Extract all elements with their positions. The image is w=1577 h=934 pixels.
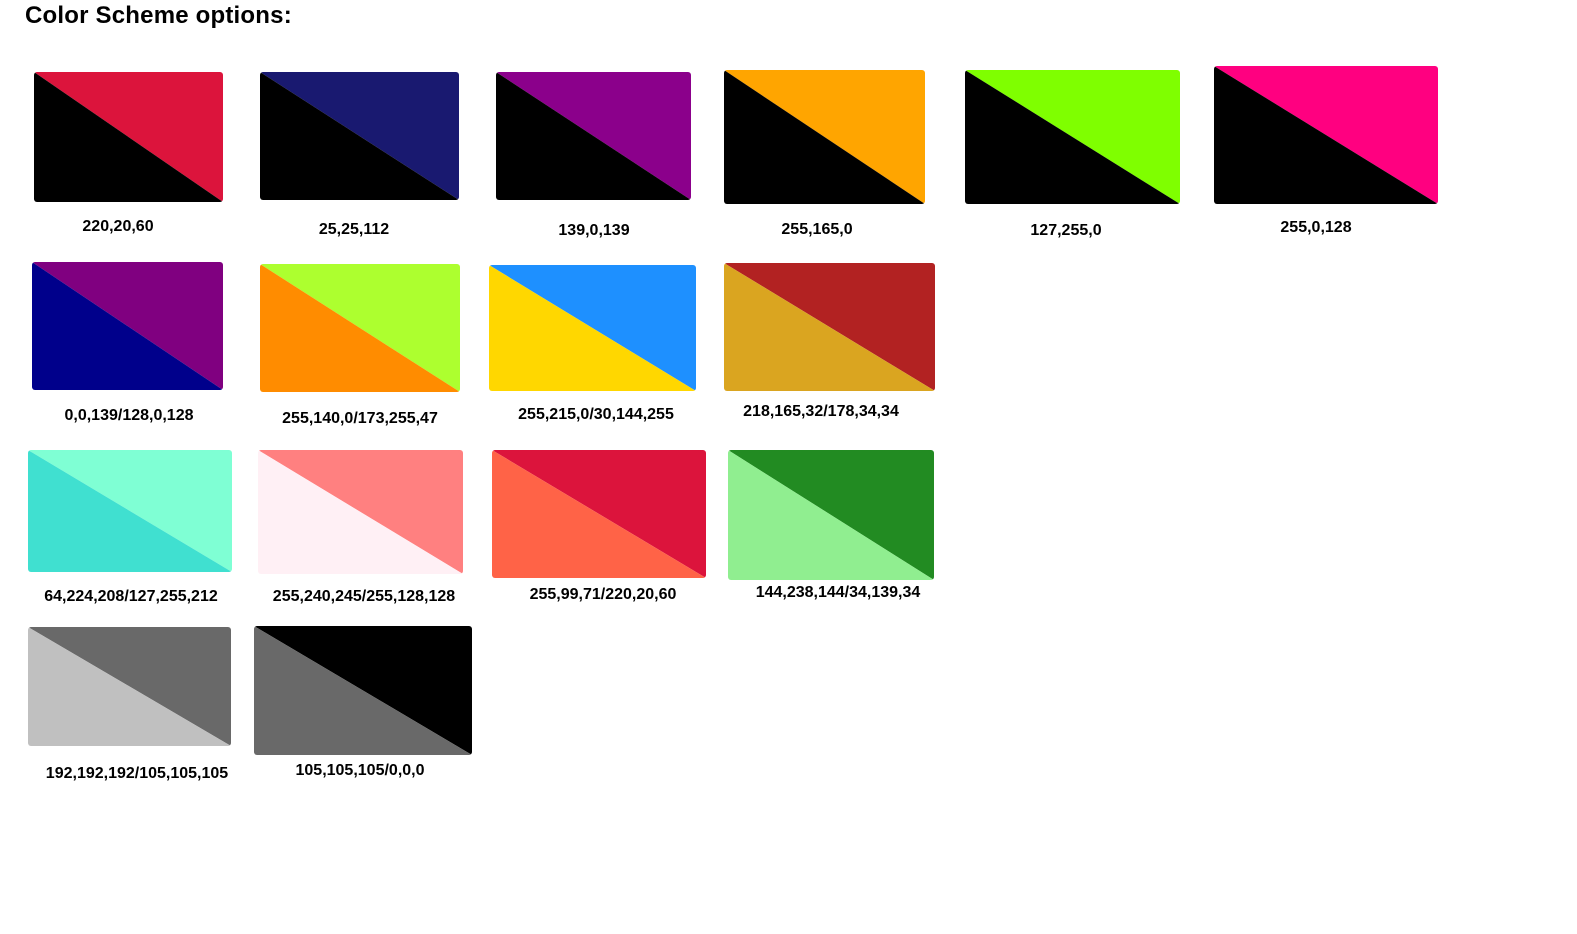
- swatch-label: 255,165,0: [781, 221, 853, 238]
- swatch-label: 255,0,128: [1280, 219, 1352, 236]
- swatch-graphic: [260, 264, 460, 392]
- color-swatch[interactable]: [489, 265, 696, 391]
- swatch-label: 144,238,144/34,139,34: [755, 584, 921, 601]
- swatch-graphic: [489, 265, 696, 391]
- swatch-label: 255,240,245/255,128,128: [272, 588, 456, 605]
- color-swatch[interactable]: [724, 70, 925, 204]
- swatch-label: 255,140,0/173,255,47: [282, 410, 438, 427]
- color-swatch[interactable]: [32, 262, 223, 390]
- swatch-graphic: [34, 72, 223, 202]
- swatch-graphic: [258, 450, 463, 574]
- color-swatch[interactable]: [260, 264, 460, 392]
- page-title: Color Scheme options:: [25, 2, 292, 29]
- swatch-label: 218,165,32/178,34,34: [743, 403, 899, 420]
- color-swatch[interactable]: [724, 263, 935, 391]
- swatch-graphic: [496, 72, 691, 200]
- swatch-graphic: [28, 450, 232, 572]
- color-swatch[interactable]: [260, 72, 459, 200]
- color-swatch[interactable]: [492, 450, 706, 578]
- swatch-graphic: [1214, 66, 1438, 204]
- color-swatch[interactable]: [28, 627, 231, 746]
- swatch-label: 105,105,105/0,0,0: [295, 762, 425, 779]
- swatch-graphic: [965, 70, 1180, 204]
- swatch-graphic: [724, 70, 925, 204]
- swatch-label: 192,192,192/105,105,105: [45, 765, 229, 782]
- swatch-label: 25,25,112: [318, 221, 390, 238]
- swatch-graphic: [728, 450, 934, 580]
- color-swatch[interactable]: [28, 450, 232, 572]
- color-swatch[interactable]: [254, 626, 472, 755]
- swatch-label: 255,215,0/30,144,255: [518, 406, 674, 423]
- swatch-label: 255,99,71/220,20,60: [529, 586, 677, 603]
- swatch-graphic: [32, 262, 223, 390]
- color-swatch[interactable]: [496, 72, 691, 200]
- color-swatch[interactable]: [258, 450, 463, 574]
- swatch-graphic: [28, 627, 231, 746]
- swatch-label: 220,20,60: [82, 218, 154, 235]
- color-swatch[interactable]: [1214, 66, 1438, 204]
- color-swatch[interactable]: [965, 70, 1180, 204]
- color-swatch[interactable]: [728, 450, 934, 580]
- swatch-graphic: [260, 72, 459, 200]
- swatch-graphic: [724, 263, 935, 391]
- swatch-label: 139,0,139: [558, 222, 630, 239]
- color-swatch[interactable]: [34, 72, 223, 202]
- swatch-graphic: [254, 626, 472, 755]
- swatch-label: 64,224,208/127,255,212: [44, 588, 218, 605]
- swatch-label: 127,255,0: [1030, 222, 1102, 239]
- swatch-label: 0,0,139/128,0,128: [64, 407, 194, 424]
- swatch-graphic: [492, 450, 706, 578]
